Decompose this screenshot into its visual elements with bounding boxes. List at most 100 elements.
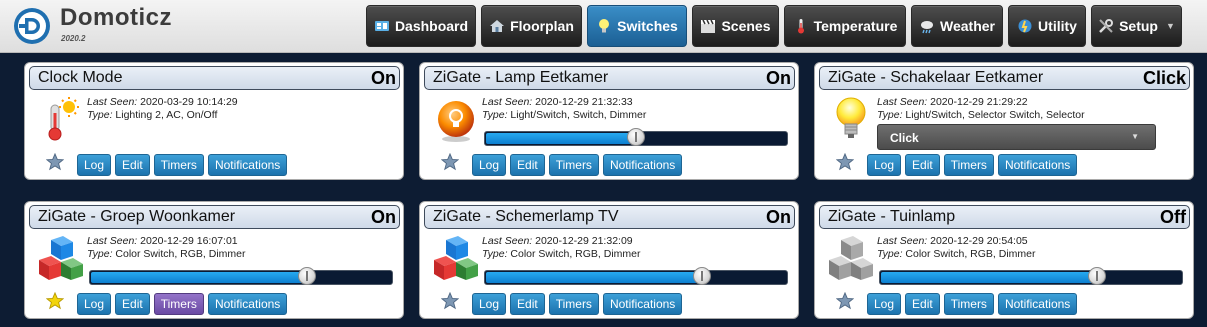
timers-button[interactable]: Timers	[548, 154, 599, 176]
device-actions: Log Edit Timers Notifications	[867, 293, 1078, 315]
rgb-cubes-icon[interactable]	[432, 234, 480, 282]
bulb-orb-icon[interactable]	[432, 95, 480, 143]
last-seen-value: 2020-03-29 10:14:29	[140, 96, 238, 108]
nav-floorplan[interactable]: Floorplan	[481, 5, 582, 47]
favorite-star-icon[interactable]	[836, 292, 854, 310]
dashboard-icon	[374, 21, 389, 31]
grey-cubes-icon[interactable]	[827, 234, 875, 282]
log-button[interactable]: Log	[867, 154, 902, 176]
nav-setup-label: Setup	[1119, 18, 1158, 34]
favorite-star-icon[interactable]	[46, 292, 64, 310]
notifications-button[interactable]: Notifications	[602, 293, 683, 315]
nav-floorplan-label: Floorplan	[510, 18, 574, 34]
type-label: Type:	[87, 108, 113, 121]
edit-button[interactable]: Edit	[115, 293, 150, 315]
edit-button[interactable]: Edit	[510, 293, 545, 315]
dimmer-slider[interactable]	[484, 267, 788, 285]
device-status: On	[766, 207, 791, 227]
utility-icon	[1018, 19, 1032, 33]
type-label: Type:	[877, 108, 903, 121]
dimmer-slider[interactable]	[89, 267, 393, 285]
nav-scenes-label: Scenes	[721, 18, 771, 34]
dimmer-slider-fill	[486, 272, 702, 283]
notifications-button[interactable]: Notifications	[207, 154, 288, 176]
last-seen-label: Last Seen:	[877, 235, 928, 247]
device-status: Off	[1160, 207, 1186, 227]
edit-button[interactable]: Edit	[905, 293, 940, 315]
nav-weather[interactable]: Weather	[911, 5, 1003, 47]
device-name: ZiGate - Schemerlamp TV	[433, 208, 619, 225]
notifications-button[interactable]: Notifications	[997, 293, 1078, 315]
last-seen-label: Last Seen:	[482, 96, 533, 108]
notifications-button[interactable]: Notifications	[207, 293, 288, 315]
edit-button[interactable]: Edit	[115, 154, 150, 176]
favorite-star-icon[interactable]	[441, 153, 459, 171]
log-button[interactable]: Log	[867, 293, 902, 315]
timers-button[interactable]: Timers	[943, 154, 994, 176]
edit-button[interactable]: Edit	[510, 154, 545, 176]
nav-utility[interactable]: Utility	[1008, 5, 1086, 47]
nav-weather-label: Weather	[940, 18, 995, 34]
nav-setup[interactable]: Setup ▼	[1091, 5, 1182, 47]
dimmer-slider-handle[interactable]	[693, 267, 711, 285]
lightbulb-icon[interactable]	[827, 95, 875, 143]
nav-temperature[interactable]: Temperature	[784, 5, 906, 47]
domoticz-logo-icon	[14, 8, 50, 44]
type-value: Color Switch, RGB, Dimmer	[905, 247, 1036, 260]
log-button[interactable]: Log	[77, 293, 112, 315]
selector-dropdown[interactable]: Click ▼	[877, 124, 1156, 150]
dimmer-slider[interactable]	[484, 128, 788, 146]
log-button[interactable]: Log	[472, 293, 507, 315]
device-name: ZiGate - Lamp Eetkamer	[433, 69, 609, 86]
dimmer-slider-handle[interactable]	[627, 128, 645, 146]
clapperboard-icon	[701, 19, 716, 33]
device-info: Last Seen: 2020-12-29 16:07:01 Type: Col…	[87, 235, 246, 260]
device-card-header: ZiGate - Groep Woonkamer On	[29, 205, 400, 229]
device-actions: Log Edit Timers Notifications	[77, 154, 288, 176]
device-card-header: Clock Mode On	[29, 66, 400, 90]
last-seen-value: 2020-12-29 21:32:09	[535, 235, 633, 247]
last-seen-label: Last Seen:	[87, 235, 138, 247]
device-info: Last Seen: 2020-12-29 21:29:22 Type: Lig…	[877, 96, 1085, 121]
notifications-button[interactable]: Notifications	[602, 154, 683, 176]
type-value: Lighting 2, AC, On/Off	[115, 108, 218, 121]
log-button[interactable]: Log	[77, 154, 112, 176]
device-card-groep-woonkamer: ZiGate - Groep Woonkamer On Last Seen: 2…	[24, 201, 404, 319]
device-info: Last Seen: 2020-12-29 20:54:05 Type: Col…	[877, 235, 1036, 260]
timers-button[interactable]: Timers	[548, 293, 599, 315]
timers-button[interactable]: Timers	[153, 293, 204, 315]
favorite-star-icon[interactable]	[836, 153, 854, 171]
nav-dashboard[interactable]: Dashboard	[366, 5, 476, 47]
type-label: Type:	[87, 247, 113, 260]
dimmer-slider-handle[interactable]	[298, 267, 316, 285]
favorite-star-icon[interactable]	[46, 153, 64, 171]
log-button[interactable]: Log	[472, 154, 507, 176]
device-card-header: ZiGate - Lamp Eetkamer On	[424, 66, 795, 90]
favorite-star-icon[interactable]	[441, 292, 459, 310]
notifications-button[interactable]: Notifications	[997, 154, 1078, 176]
device-card-tuinlamp: ZiGate - Tuinlamp Off Last Seen: 2020-12…	[814, 201, 1194, 319]
device-info: Last Seen: 2020-12-29 21:32:09 Type: Col…	[482, 235, 641, 260]
rgb-cubes-icon[interactable]	[37, 234, 85, 282]
nav-scenes[interactable]: Scenes	[692, 5, 779, 47]
device-name: ZiGate - Schakelaar Eetkamer	[828, 69, 1044, 86]
device-card-schemerlamp-tv: ZiGate - Schemerlamp TV On Last Seen: 20…	[419, 201, 799, 319]
nav-switches[interactable]: Switches	[587, 5, 687, 47]
device-info: Last Seen: 2020-12-29 21:32:33 Type: Lig…	[482, 96, 646, 121]
device-status: Click	[1142, 68, 1186, 88]
nav-dashboard-label: Dashboard	[394, 18, 469, 34]
type-value: Light/Switch, Selector Switch, Selector	[905, 108, 1085, 121]
device-status: On	[371, 68, 396, 88]
thermometer-sun-icon[interactable]	[37, 95, 85, 143]
dimmer-slider-fill	[486, 133, 636, 144]
weather-icon	[921, 21, 933, 34]
timers-button[interactable]: Timers	[943, 293, 994, 315]
dimmer-slider-handle[interactable]	[1088, 267, 1106, 285]
timers-button[interactable]: Timers	[153, 154, 204, 176]
chevron-down-icon: ▼	[1131, 132, 1139, 141]
dimmer-slider[interactable]	[879, 267, 1183, 285]
nav-switches-label: Switches	[617, 18, 678, 34]
device-name: Clock Mode	[38, 69, 123, 86]
last-seen-label: Last Seen:	[877, 96, 928, 108]
edit-button[interactable]: Edit	[905, 154, 940, 176]
